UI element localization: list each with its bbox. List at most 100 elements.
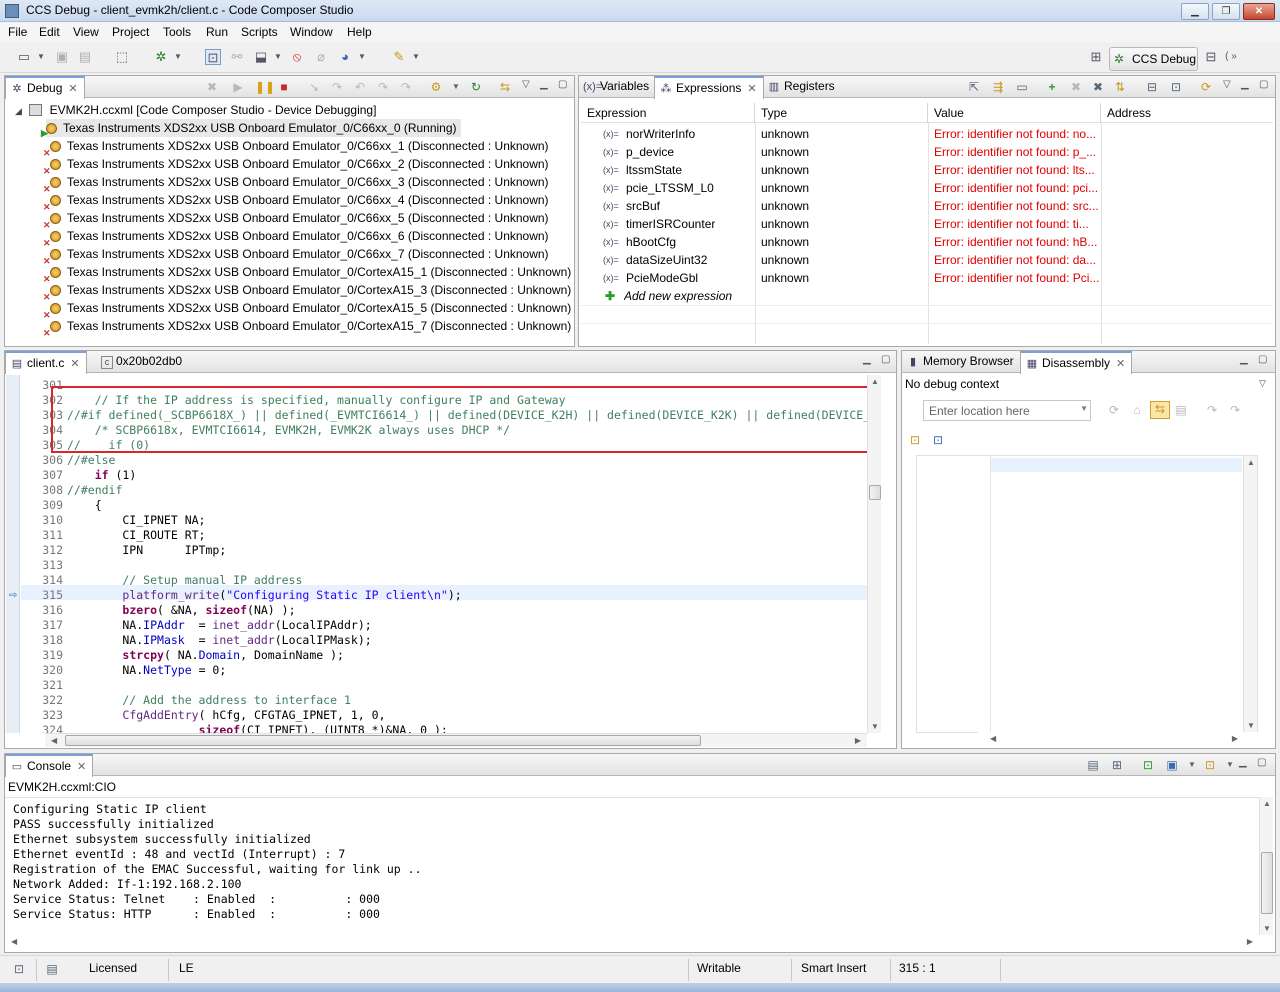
remove-all-icon[interactable]: ✖ [1091,80,1105,94]
tab-address[interactable]: c 0x20b02db0 [97,351,188,373]
location-input[interactable]: Enter location here ▼ [923,400,1091,421]
tab-expressions[interactable]: ⁂ Expressions ✕ [654,76,764,99]
col-type[interactable]: Type [755,103,928,123]
reset-dropdown-icon[interactable]: ▼ [449,80,463,94]
tree-item-c66xx-3[interactable]: ✕ Texas Instruments XDS2xx USB Onboard Em… [43,173,549,194]
tree-root[interactable]: ◢ EVMK2H.ccxml [Code Composer Studio - D… [15,101,376,119]
tab-disassembly[interactable]: ▦ Disassembly ✕ [1020,351,1133,374]
resume-icon[interactable]: ▶ [231,80,245,94]
table-row[interactable]: (x)= ltssmState unknown Error: identifier n… [581,161,1275,179]
maximize-view-icon[interactable]: ▢ [1258,354,1267,365]
editor-vertical-scrollbar[interactable]: ▲ ▼ [867,375,881,733]
minimize-view-icon[interactable]: ▁ [1239,757,1247,768]
tree-item-cortexa15-3[interactable]: ✕ Texas Instruments XDS2xx USB Onboard Em… [43,281,571,302]
new-dropdown-icon[interactable]: ▼ [36,49,46,65]
copy-icon[interactable]: ▭ [1015,80,1029,94]
restart-icon[interactable]: ↻ [469,80,483,94]
perspective-ccs-debug[interactable]: ✲ CCS Debug [1109,47,1198,71]
scroll-down-icon[interactable]: ▼ [1247,721,1255,730]
search-dropdown-icon[interactable]: ▼ [411,49,421,65]
save-all-icon[interactable]: ▤ [77,49,93,65]
table-row[interactable]: (x)= norWriterInfo unknown Error: identifie… [581,125,1275,143]
table-row[interactable]: (x)= srcBuf unknown Error: identifier not f… [581,197,1275,215]
tab-console[interactable]: ▭ Console ✕ [5,754,94,777]
refresh-icon[interactable]: ⇅ [1113,80,1127,94]
open-console-icon[interactable]: ⊡ [1203,758,1217,772]
assembly-step-over-icon[interactable]: ↷ [399,80,413,94]
scroll-thumb[interactable] [65,735,701,746]
remove-terminated-icon[interactable]: ✖ [205,80,219,94]
scroll-down-icon[interactable]: ▼ [1263,924,1271,933]
save-icon[interactable]: ▣ [54,49,70,65]
open-console-icon[interactable]: ⬚ [114,49,130,65]
tab-memory-browser[interactable]: ▮ Memory Browser [902,351,1020,373]
scroll-thumb[interactable] [869,485,881,500]
scroll-up-icon[interactable]: ▲ [1247,458,1255,467]
scroll-right-icon[interactable]: ▶ [855,736,861,745]
clear-console-icon[interactable]: ▤ [1086,758,1100,772]
console-output[interactable]: Configuring Static IP client PASS success… [5,797,1259,935]
suspend-icon[interactable]: ❚❚ [255,80,275,94]
menu-tools[interactable]: Tools [163,25,191,39]
import-icon[interactable]: ⊟ [1145,80,1159,94]
link-with-editor-icon[interactable]: ⇆ [1150,401,1170,419]
menu-file[interactable]: File [8,25,27,39]
table-row[interactable]: (x)= timerISRCounter unknown Error: identif… [581,215,1275,233]
step-icon[interactable]: ↷ [1205,403,1219,417]
fast-view-icon[interactable]: ⊡ [12,962,26,976]
chevron-down-icon[interactable]: ▼ [1080,404,1088,413]
tab-variables[interactable]: (x)=Variables [579,76,655,98]
console-vertical-scrollbar[interactable]: ▲ ▼ [1259,797,1273,935]
step-return-icon[interactable]: ↶ [353,80,367,94]
perspective-other-icon[interactable]: ⊟ [1203,49,1219,65]
scroll-left-icon[interactable]: ◀ [11,937,17,946]
load-program-icon[interactable]: ⬓ [253,49,269,65]
external-tools-icon[interactable]: ◕ [337,49,353,65]
new-view-icon[interactable]: ⊡ [908,433,922,447]
scroll-lock-icon[interactable]: ⊞ [1110,758,1124,772]
menu-scripts[interactable]: Scripts [241,25,278,39]
table-row[interactable]: (x)= p_device unknown Error: identifier not… [581,143,1275,161]
view-menu-icon[interactable]: ▽ [1223,79,1231,90]
maximize-button[interactable]: ❐ [1212,3,1240,20]
console-horizontal-scrollbar[interactable]: ◀ ▶ [5,935,1259,949]
remove-icon[interactable]: ✖ [1069,80,1083,94]
tree-item-c66xx-5[interactable]: ✕ Texas Instruments XDS2xx USB Onboard Em… [43,209,549,230]
open-console-dropdown-icon[interactable]: ▼ [1223,758,1237,772]
pin-console-icon[interactable]: ⊡ [1141,758,1155,772]
scroll-up-icon[interactable]: ▲ [871,377,879,386]
close-icon[interactable]: ✕ [70,358,79,370]
show-type-names-icon[interactable]: ⇶ [991,80,1005,94]
scroll-down-icon[interactable]: ▼ [871,722,879,731]
tree-item-c66xx-4[interactable]: ✕ Texas Instruments XDS2xx USB Onboard Em… [43,191,549,212]
new-icon[interactable]: ▭ [16,49,32,65]
add-expression-icon[interactable]: + [1045,80,1059,94]
collapse-all-icon[interactable]: ⇱ [967,80,981,94]
col-value[interactable]: Value [928,103,1101,123]
show-source-icon[interactable]: ▤ [1174,403,1188,417]
menu-window[interactable]: Window [290,25,333,39]
close-button[interactable]: ✕ [1243,3,1275,20]
continuous-refresh-icon[interactable]: ⟳ [1199,80,1213,94]
step-over-icon[interactable]: ↷ [1228,403,1242,417]
scroll-thumb[interactable] [1261,852,1273,914]
scroll-left-icon[interactable]: ◀ [990,734,996,743]
menu-edit[interactable]: Edit [39,25,60,39]
disassembly-content[interactable]: ▲ ▼ [916,455,1258,734]
maximize-view-icon[interactable]: ▢ [881,354,890,365]
pin-view-icon[interactable]: ⊡ [931,433,945,447]
open-perspective-icon[interactable]: ⊞ [1088,49,1104,65]
terminate-icon[interactable]: ■ [277,80,291,94]
reset-cpu-icon[interactable]: ⚙ [429,80,443,94]
menu-run[interactable]: Run [206,25,228,39]
skip-icon[interactable]: ⌀ [313,49,329,65]
load-dropdown-icon[interactable]: ▼ [273,49,283,65]
table-row[interactable]: (x)= dataSizeUint32 unknown Error: identifi… [581,251,1275,269]
disassembly-vertical-scrollbar[interactable]: ▲ ▼ [1243,456,1257,732]
group-by-icon[interactable]: ⇆ [498,80,512,94]
col-expression[interactable]: Expression [581,103,755,123]
connect-target-icon[interactable]: ⊡ [205,49,221,65]
maximize-view-icon[interactable]: ▢ [558,79,567,90]
export-icon[interactable]: ⊡ [1169,80,1183,94]
close-icon[interactable]: ✕ [77,761,86,773]
